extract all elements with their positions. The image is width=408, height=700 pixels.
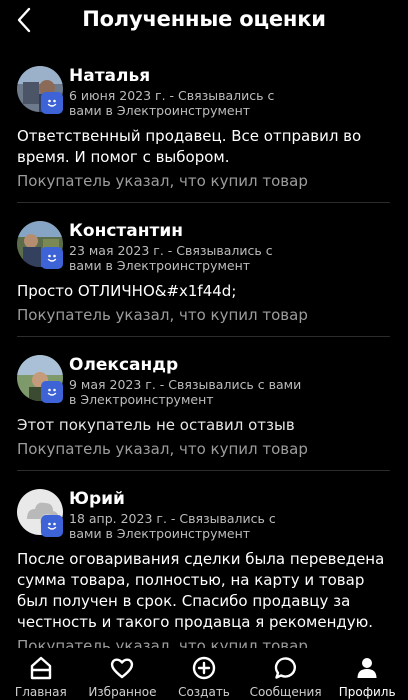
review-item: Олександр 9 мая 2023 г. - Связывались с … [0, 355, 408, 471]
smile-face-icon [47, 99, 57, 107]
smile-face-icon [47, 388, 57, 396]
divider [17, 470, 390, 471]
home-icon [27, 654, 55, 682]
nav-item-profile[interactable]: Профиль [326, 648, 408, 700]
purchase-note: Покупатель указал, что купил товар [17, 637, 308, 648]
review-meta: 6 июня 2023 г. - Связывались с вами в Эл… [69, 88, 275, 118]
heart-icon [108, 654, 136, 682]
review-item: Наталья 6 июня 2023 г. - Связывались с в… [0, 66, 408, 203]
avatar-badge [41, 381, 63, 403]
nav-label: Избранное [88, 685, 157, 699]
divider [17, 336, 390, 337]
purchase-note: Покупатель указал, что купил товар [17, 440, 308, 458]
divider [17, 202, 390, 203]
purchase-note: Покупатель указал, что купил товар [17, 172, 308, 190]
plus-circle-icon [190, 654, 218, 682]
nav-item-create[interactable]: Создать [163, 648, 245, 700]
avatar-badge [41, 247, 63, 269]
review-item: Юрий 18 апр. 2023 г. - Связывались с вам… [0, 489, 408, 648]
smile-face-icon [47, 254, 57, 262]
user-icon [353, 654, 381, 682]
review-meta: 23 мая 2023 г. - Связывались с вами в Эл… [69, 243, 273, 273]
nav-label: Создать [178, 685, 230, 699]
reviewer-name[interactable]: Юрий [69, 489, 125, 509]
nav-label: Профиль [338, 685, 396, 699]
review-text: После оговаривания сделки была переведен… [17, 550, 385, 631]
bottom-navbar: Главная Избранное Создать Сообщения Проф… [0, 648, 408, 700]
header: Полученные оценки [0, 0, 408, 44]
review-item: Константин 23 мая 2023 г. - Связывались … [0, 221, 408, 337]
review-meta: 9 мая 2023 г. - Связывались с вами в Эле… [69, 377, 302, 407]
purchase-note: Покупатель указал, что купил товар [17, 306, 308, 324]
nav-item-messages[interactable]: Сообщения [245, 648, 327, 700]
nav-item-home[interactable]: Главная [0, 648, 82, 700]
chat-icon [272, 654, 300, 682]
smile-face-icon [47, 522, 57, 530]
reviewer-name[interactable]: Константин [69, 221, 183, 241]
review-text: Просто ОТЛИЧНО&#x1f44d; [17, 282, 237, 300]
nav-label: Сообщения [249, 685, 322, 699]
avatar-badge [41, 515, 63, 537]
page-title: Полученные оценки [82, 7, 326, 31]
reviews-list[interactable]: Наталья 6 июня 2023 г. - Связывались с в… [0, 44, 408, 648]
nav-label: Главная [14, 685, 67, 699]
reviewer-name[interactable]: Олександр [69, 355, 178, 375]
avatar-badge [41, 92, 63, 114]
review-text: Этот покупатель не оставил отзыв [17, 416, 295, 434]
review-text: Ответственный продавец. Все отправил во … [17, 127, 362, 166]
review-meta: 18 апр. 2023 г. - Связывались с вами в Э… [69, 511, 276, 541]
nav-item-favorites[interactable]: Избранное [82, 648, 164, 700]
reviewer-name[interactable]: Наталья [69, 66, 150, 86]
